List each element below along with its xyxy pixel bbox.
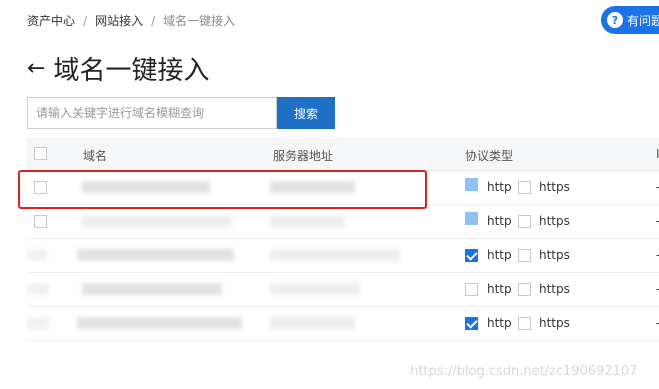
row-checkbox-redacted (27, 283, 49, 295)
highlight-annotation (18, 170, 427, 209)
server-value-redacted (270, 215, 345, 227)
domain-value-redacted (82, 283, 222, 295)
breadcrumb-item-asset-center[interactable]: 资产中心 (27, 12, 75, 29)
http-checkbox[interactable] (465, 212, 478, 225)
server-value-redacted (270, 283, 360, 295)
help-button[interactable]: ? 有问题 (601, 6, 659, 34)
http-label: http (487, 282, 512, 296)
table-row: http https - (27, 239, 659, 273)
row-checkbox-redacted (27, 317, 49, 329)
table-header: 域名 服务器地址 协议类型 I (27, 138, 659, 171)
http-checkbox[interactable] (465, 317, 478, 330)
column-header-protocol: 协议类型 (465, 149, 514, 163)
row-checkbox-redacted (27, 249, 47, 261)
http-label: http (487, 180, 512, 194)
http-label: http (487, 214, 512, 228)
https-label: https (539, 282, 570, 296)
https-checkbox[interactable] (518, 249, 531, 262)
https-label: https (539, 248, 570, 262)
https-label: https (539, 180, 570, 194)
page-header: ← 域名一键接入 (27, 50, 209, 87)
breadcrumb-item-site-access[interactable]: 网站接入 (95, 12, 143, 29)
column-header-server: 服务器地址 (273, 149, 334, 163)
https-checkbox[interactable] (518, 283, 531, 296)
table-row: http https - (27, 307, 659, 341)
question-icon: ? (607, 12, 623, 28)
help-button-label: 有问题 (627, 13, 659, 28)
search-input[interactable] (27, 97, 277, 129)
arrow-left-icon[interactable]: ← (27, 57, 45, 80)
domain-table: 域名 服务器地址 协议类型 I http https - http https … (27, 138, 659, 341)
column-header-domain: 域名 (83, 149, 108, 163)
breadcrumb-separator: / (151, 13, 156, 28)
watermark: https://blog.csdn.net/zc190692107 (410, 364, 638, 379)
select-all-checkbox[interactable] (34, 147, 47, 160)
server-value-redacted (270, 317, 355, 329)
server-value-redacted (270, 249, 400, 261)
breadcrumb-separator: / (83, 13, 88, 28)
https-checkbox[interactable] (518, 181, 531, 194)
page-title: 域名一键接入 (53, 56, 210, 86)
https-checkbox[interactable] (518, 317, 531, 330)
http-label: http (487, 248, 512, 262)
breadcrumb-item-current: 域名一键接入 (163, 14, 236, 28)
table-row: http https - (27, 273, 659, 307)
search-button[interactable]: 搜索 (277, 97, 335, 129)
row-checkbox[interactable] (34, 215, 47, 228)
domain-value-redacted (82, 215, 232, 227)
breadcrumb: 资产中心 / 网站接入 / 域名一键接入 (27, 12, 235, 29)
https-label: https (539, 214, 570, 228)
http-checkbox[interactable] (465, 178, 478, 191)
https-checkbox[interactable] (518, 215, 531, 228)
http-checkbox[interactable] (465, 283, 478, 296)
https-label: https (539, 316, 570, 330)
domain-value-redacted (77, 249, 234, 261)
table-row: http https - (27, 205, 659, 239)
domain-value-redacted (77, 317, 242, 329)
http-label: http (487, 316, 512, 330)
http-checkbox[interactable] (465, 249, 478, 262)
